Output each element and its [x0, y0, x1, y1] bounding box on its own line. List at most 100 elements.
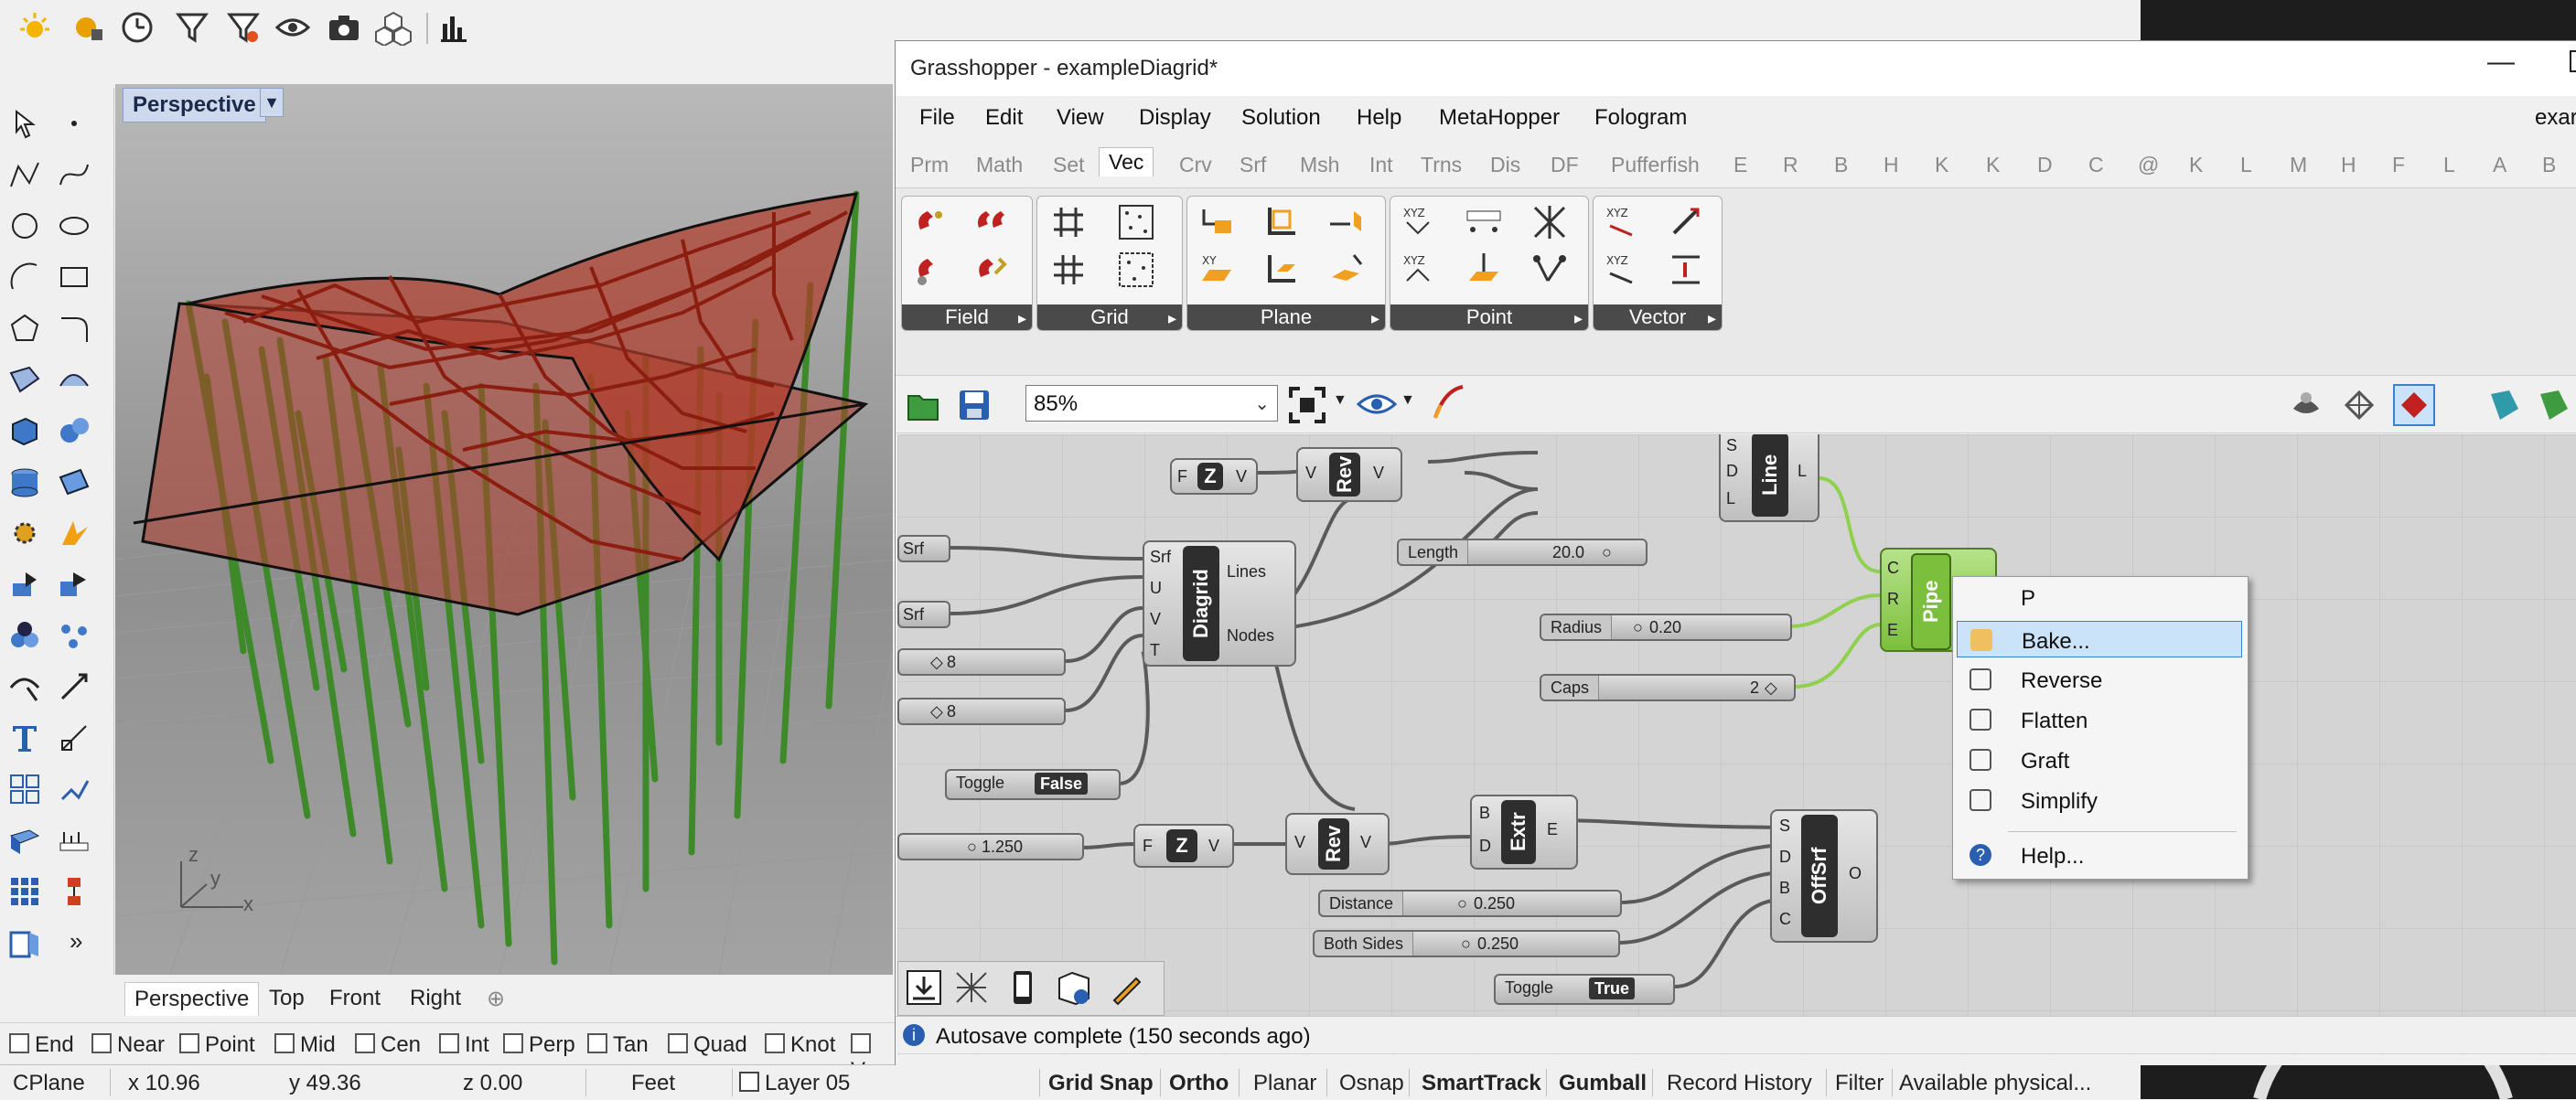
arc-icon[interactable] — [7, 260, 42, 294]
perspective-viewport[interactable]: z y x Perspective ▼ — [115, 84, 893, 975]
toggle-planar[interactable]: Planar — [1253, 1071, 1316, 1096]
bar-chart-icon[interactable] — [437, 9, 474, 46]
extrude-component[interactable]: B D Extr E — [1470, 795, 1578, 870]
plane-normal-icon[interactable] — [1326, 202, 1367, 242]
tab-h2[interactable]: H — [2341, 153, 2356, 177]
curve-icon[interactable] — [57, 157, 91, 192]
dimension-icon[interactable] — [57, 721, 91, 755]
populate-icon[interactable] — [1116, 202, 1156, 242]
panel-expand-icon[interactable]: ▸ — [1708, 309, 1716, 328]
ruler-icon[interactable] — [57, 823, 91, 858]
reverse-top[interactable]: V Rev V — [1296, 447, 1402, 502]
menu-item-reverse[interactable]: Reverse — [1957, 661, 2242, 698]
line-component[interactable]: S D L Line L — [1719, 434, 1819, 522]
offset-surface-component[interactable]: S D B C OffSrf O — [1770, 809, 1878, 943]
text-icon[interactable] — [7, 721, 42, 755]
tab-vec[interactable]: Vec — [1099, 147, 1154, 176]
cubes-icon[interactable] — [375, 9, 412, 46]
tab-perspective[interactable]: Perspective — [124, 982, 260, 1016]
render-settings-icon[interactable] — [70, 9, 106, 46]
polyline-icon[interactable] — [7, 157, 42, 192]
v-count-slider[interactable]: ◇ 8 — [897, 698, 1066, 725]
tab-d[interactable]: D — [2037, 153, 2053, 177]
preview-wire-icon[interactable] — [2339, 385, 2379, 425]
osnap-point[interactable]: Point — [179, 1032, 255, 1058]
populate-3d-icon[interactable] — [1116, 250, 1156, 290]
tab-front[interactable]: Front — [320, 982, 390, 1015]
tab-pufferfish[interactable]: Pufferfish — [1611, 153, 1700, 177]
tab-int[interactable]: Int — [1369, 153, 1393, 177]
toggle-true[interactable]: Toggle True — [1494, 974, 1675, 1005]
filter-2-icon[interactable] — [225, 9, 262, 46]
panel-vector-title[interactable]: Vector — [1594, 304, 1722, 330]
closest-points-icon[interactable] — [1530, 202, 1570, 242]
srf-param-2[interactable]: Srf — [897, 601, 950, 628]
download-icon[interactable] — [906, 969, 942, 1006]
deconstruct-point-icon[interactable]: XYZ — [1400, 250, 1440, 290]
diagrid-component[interactable]: Srf U V T Diagrid Lines Nodes — [1143, 540, 1296, 667]
menu-item-help[interactable]: ? Help... — [1957, 837, 2242, 873]
vector-display-icon[interactable] — [1667, 250, 1707, 290]
unit-z-top[interactable]: F Z V — [1170, 458, 1258, 495]
xy-plane-icon[interactable]: XY — [1197, 250, 1237, 290]
tab-l2[interactable]: L — [2443, 153, 2455, 177]
status-cplane[interactable]: CPlane — [13, 1071, 85, 1096]
osnap-cen[interactable]: Cen — [355, 1032, 421, 1058]
menu-item-simplify[interactable]: Simplify — [1957, 782, 2242, 818]
panel-expand-icon[interactable]: ▸ — [1574, 309, 1583, 328]
layout-icon[interactable] — [7, 925, 42, 960]
open-file-icon[interactable] — [905, 387, 941, 423]
vector-2pt-icon[interactable] — [1667, 202, 1707, 242]
radius-slider[interactable]: Radius ○ 0.20 — [1540, 614, 1792, 641]
menu-metahopper[interactable]: MetaHopper — [1439, 105, 1560, 131]
phone-icon[interactable] — [1004, 969, 1041, 1006]
toggle-false[interactable]: Toggle False — [945, 769, 1121, 800]
square-grid-icon[interactable] — [1048, 202, 1089, 242]
caps-slider[interactable]: Caps 2 ◇ — [1540, 674, 1796, 701]
preview-eye-icon[interactable] — [1357, 389, 1397, 420]
sketch-pen-icon[interactable] — [1430, 383, 1470, 423]
viewport-menu-arrow-icon[interactable]: ▼ — [260, 88, 284, 117]
menu-item-flatten[interactable]: Flatten — [1957, 701, 2242, 738]
osnap-near[interactable]: Near — [91, 1032, 165, 1058]
osnap-tan[interactable]: Tan — [587, 1032, 649, 1058]
menu-file[interactable]: File — [919, 105, 955, 131]
plane-offset-icon[interactable] — [1261, 250, 1301, 290]
analyze-icon[interactable] — [57, 772, 91, 806]
extrusion-slider[interactable]: ○ 1.250 — [897, 833, 1084, 860]
panel-field-title[interactable]: Field — [902, 304, 1032, 330]
panel-expand-icon[interactable]: ▸ — [1168, 309, 1176, 328]
tab-crv[interactable]: Crv — [1179, 153, 1212, 177]
panel-point-title[interactable]: Point — [1390, 304, 1588, 330]
chevron-down-icon[interactable]: ▼ — [1401, 392, 1415, 409]
tab-df[interactable]: DF — [1551, 153, 1579, 177]
pencil-icon[interactable] — [1109, 969, 1145, 1006]
cube-grid-icon[interactable] — [1056, 969, 1092, 1006]
distance-slider[interactable]: Distance ○ 0.250 — [1318, 890, 1622, 917]
copy-icon[interactable] — [57, 567, 91, 602]
srf-param-1[interactable]: Srf — [897, 535, 950, 562]
tab-at[interactable]: @ — [2138, 153, 2159, 177]
chevron-down-icon[interactable]: ▼ — [1333, 392, 1347, 409]
panel-expand-icon[interactable]: ▸ — [1371, 309, 1379, 328]
ellipse-icon[interactable] — [57, 208, 91, 243]
panel-plane-title[interactable]: Plane — [1187, 304, 1385, 330]
tab-right[interactable]: Right — [401, 982, 470, 1015]
menu-help[interactable]: Help — [1357, 105, 1401, 131]
polygon-icon[interactable] — [7, 311, 42, 346]
box-icon[interactable] — [7, 413, 42, 448]
osnap-end[interactable]: End — [9, 1032, 74, 1058]
tab-set[interactable]: Set — [1053, 153, 1085, 177]
menu-display[interactable]: Display — [1139, 105, 1211, 131]
toggle-osnap[interactable]: Osnap — [1339, 1071, 1404, 1096]
tab-msh[interactable]: Msh — [1300, 153, 1339, 177]
plane-align-icon[interactable] — [1197, 202, 1237, 242]
rect-grid-icon[interactable] — [1048, 250, 1089, 290]
material-icon[interactable] — [2484, 385, 2524, 425]
clock-icon[interactable] — [119, 9, 156, 46]
length-slider[interactable]: Length 20.0 ○ — [1397, 539, 1648, 566]
distance-icon[interactable] — [1464, 202, 1504, 242]
osnap-mid[interactable]: Mid — [274, 1032, 336, 1058]
toggle-record-history[interactable]: Record History — [1667, 1071, 1812, 1096]
tab-math[interactable]: Math — [976, 153, 1023, 177]
